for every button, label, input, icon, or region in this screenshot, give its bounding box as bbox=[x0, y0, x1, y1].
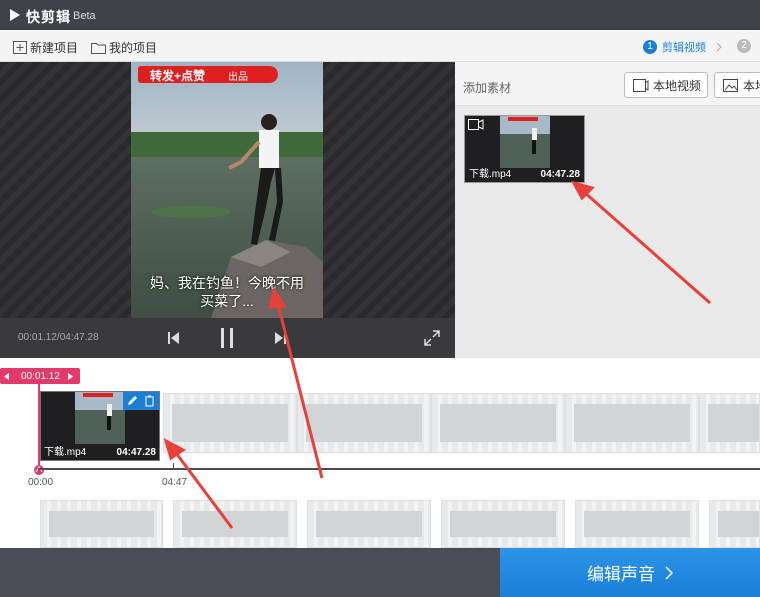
player-controls: 00:01.12/04:47.28 bbox=[0, 318, 455, 358]
subtitle-line-1: 妈、我在钓鱼！今晚不用 bbox=[150, 275, 304, 291]
local-video-button[interactable]: 本地视频 bbox=[624, 72, 708, 98]
clip-thumbnail bbox=[75, 392, 125, 444]
footer-bar: 编辑声音 bbox=[0, 548, 760, 597]
timeline-placeholder bbox=[431, 393, 565, 453]
timeline-clip-duration: 04:47.28 bbox=[116, 447, 156, 458]
audio-placeholder bbox=[40, 500, 163, 548]
banner-text: 转发+点赞 bbox=[150, 69, 206, 83]
video-preview: 转发+点赞 出品 妈、我在钓鱼！今晚不用 买菜了... 00:01.12/04:… bbox=[0, 62, 455, 358]
audio-placeholder bbox=[709, 500, 760, 548]
banner-suffix: 出品 bbox=[228, 72, 248, 83]
chevron-right-icon bbox=[67, 372, 73, 380]
materials-toolbar: 添加素材 本地视频 本地 bbox=[455, 62, 760, 106]
edit-sound-label: 编辑声音 bbox=[587, 565, 655, 584]
clip-actions bbox=[123, 392, 159, 410]
timeline-placeholder bbox=[699, 393, 760, 453]
audio-placeholder bbox=[173, 500, 297, 548]
app-logo-icon bbox=[10, 9, 20, 21]
toolbar: 新建项目 我的项目 1 剪辑视频 2 bbox=[0, 30, 760, 62]
video-subtitle: 妈、我在钓鱼！今晚不用 买菜了... bbox=[131, 274, 323, 310]
beta-label: Beta bbox=[73, 10, 96, 22]
step-edit-video[interactable]: 1 剪辑视频 bbox=[643, 39, 706, 55]
new-project-label: 新建项目 bbox=[30, 41, 79, 55]
timeline-clip-name: 下载.mp4 bbox=[44, 447, 87, 458]
subtitle-line-2: 买菜了... bbox=[200, 293, 254, 309]
audio-placeholder bbox=[307, 500, 431, 548]
new-project-button[interactable]: 新建项目 bbox=[13, 39, 78, 56]
audio-placeholder bbox=[441, 500, 565, 548]
local-image-button[interactable]: 本地 bbox=[714, 72, 760, 98]
material-clip[interactable]: 下载.mp4 04:47.28 bbox=[464, 115, 585, 183]
chevron-left-icon bbox=[4, 372, 9, 380]
add-materials-label: 添加素材 bbox=[463, 81, 512, 95]
clip-name: 下载.mp4 bbox=[469, 169, 512, 180]
pause-icon[interactable] bbox=[220, 328, 234, 348]
image-add-icon bbox=[723, 78, 738, 92]
playhead-time: 00:01.12 bbox=[21, 370, 60, 382]
ruler-tick bbox=[173, 463, 174, 469]
playhead-label[interactable]: 00:01.12 bbox=[0, 368, 80, 384]
video-banner: 转发+点赞 出品 bbox=[138, 66, 278, 83]
next-frame-icon[interactable] bbox=[274, 331, 286, 345]
clip-duration: 04:47.28 bbox=[540, 169, 580, 180]
materials-panel: 添加素材 本地视频 本地 下载.mp4 04:47.28 bbox=[455, 62, 760, 358]
timeline-placeholder bbox=[565, 393, 699, 453]
previous-frame-icon[interactable] bbox=[168, 331, 180, 345]
timeline-clip[interactable]: 下载.mp4 04:47.28 bbox=[40, 391, 160, 461]
timeline-placeholder bbox=[297, 393, 431, 453]
step-2[interactable]: 2 bbox=[737, 39, 756, 53]
letterbox-left bbox=[0, 62, 131, 318]
edit-sound-button[interactable]: 编辑声音 bbox=[500, 548, 760, 597]
local-image-label: 本地 bbox=[743, 78, 760, 93]
step-number: 2 bbox=[737, 39, 751, 53]
timeline-placeholder bbox=[163, 393, 297, 453]
chevron-right-icon bbox=[665, 565, 673, 580]
my-projects-button[interactable]: 我的项目 bbox=[91, 39, 157, 56]
video-add-icon bbox=[633, 78, 649, 92]
edit-pencil-icon[interactable] bbox=[127, 395, 138, 406]
step-label: 剪辑视频 bbox=[662, 42, 706, 54]
video-camera-icon bbox=[468, 119, 484, 130]
ruler-mid-label: 04:47 bbox=[162, 477, 188, 488]
plus-box-icon bbox=[13, 41, 27, 54]
playhead-handle-icon[interactable] bbox=[32, 463, 46, 477]
timeline: 00:01.12 下载.mp4 04:47.28 00:00 04:47 bbox=[0, 358, 760, 548]
ruler-start-label: 00:00 bbox=[28, 477, 54, 488]
title-bar: 快剪辑 Beta bbox=[0, 0, 760, 30]
step-number: 1 bbox=[643, 40, 657, 54]
folder-icon bbox=[91, 42, 106, 54]
fullscreen-icon[interactable] bbox=[424, 330, 440, 346]
local-video-label: 本地视频 bbox=[653, 78, 702, 93]
timeline-ruler bbox=[38, 468, 760, 470]
chevron-right-icon bbox=[716, 43, 722, 51]
trash-icon[interactable] bbox=[144, 395, 155, 407]
playback-time: 00:01.12/04:47.28 bbox=[18, 332, 99, 343]
my-projects-label: 我的项目 bbox=[109, 41, 158, 55]
app-title: 快剪辑 bbox=[26, 9, 71, 25]
audio-placeholder bbox=[575, 500, 699, 548]
letterbox-right bbox=[323, 62, 455, 318]
clip-thumbnail bbox=[500, 116, 550, 168]
